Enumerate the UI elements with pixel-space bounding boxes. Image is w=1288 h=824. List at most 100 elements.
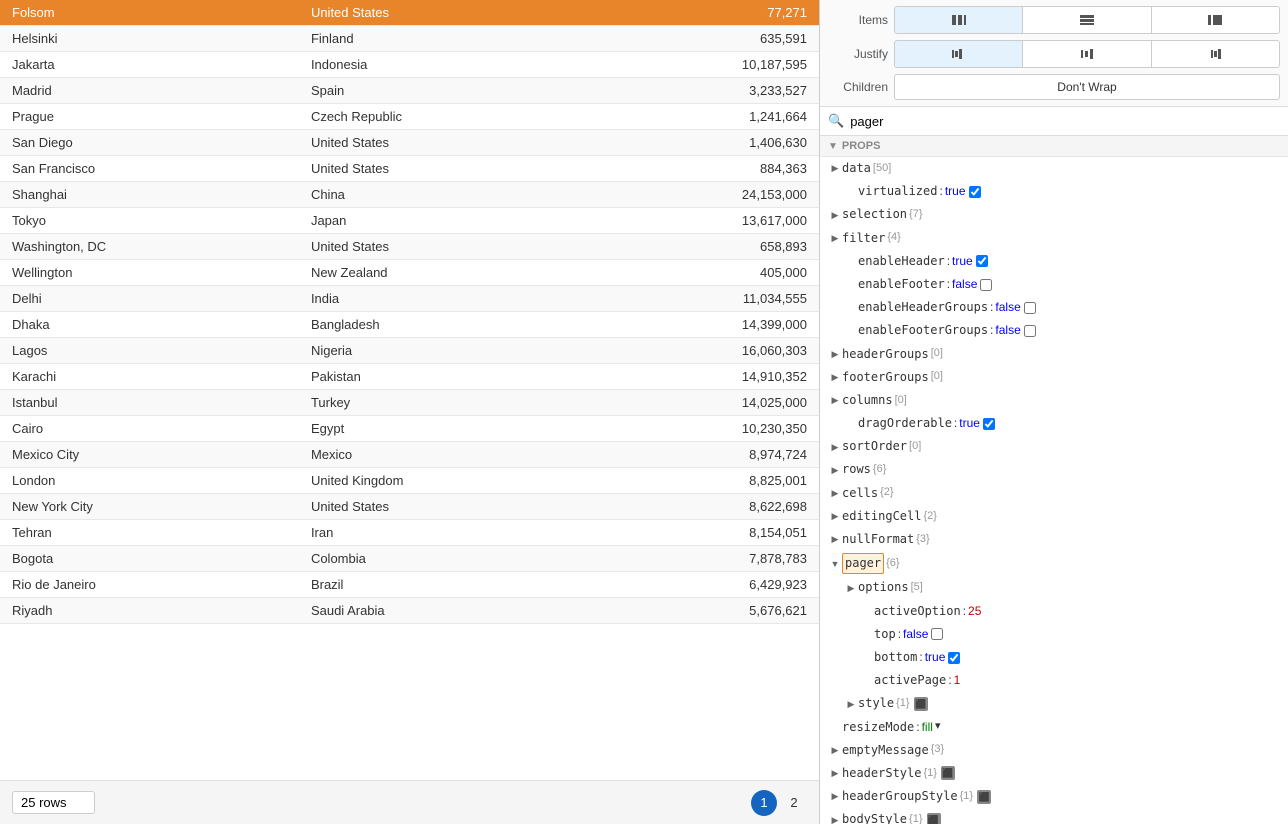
table-row[interactable]: MadridSpain3,233,527 (0, 78, 819, 104)
table-row[interactable]: DhakaBangladesh14,399,000 (0, 312, 819, 338)
tree-arrow-open[interactable] (828, 557, 842, 571)
tree-prop-row: nullFormat {3} (820, 528, 1288, 551)
table-row[interactable]: Mexico CityMexico8,974,724 (0, 442, 819, 468)
country-cell: United States (299, 494, 594, 520)
tree-prop-row: enableFooterGroups : false (820, 319, 1288, 342)
table-container[interactable]: FolsomUnited States77,271HelsinkiFinland… (0, 0, 819, 780)
tree-arrow-closed[interactable] (828, 532, 842, 546)
items-btn-1[interactable] (895, 7, 1023, 33)
tree-arrow-closed[interactable] (828, 743, 842, 757)
city-cell: Shanghai (0, 182, 299, 208)
city-cell: Prague (0, 104, 299, 130)
prop-checkbox[interactable] (1024, 302, 1036, 314)
tree-arrow-closed[interactable] (828, 813, 842, 824)
table-row[interactable]: Washington, DCUnited States658,893 (0, 234, 819, 260)
justify-btn-3[interactable] (1152, 41, 1279, 67)
items-btn-2[interactable] (1023, 7, 1151, 33)
table-row[interactable]: San FranciscoUnited States884,363 (0, 156, 819, 182)
city-cell: Lagos (0, 338, 299, 364)
tree-arrow-closed[interactable] (828, 208, 842, 222)
prop-checkbox[interactable] (969, 186, 981, 198)
props-tree[interactable]: ▼ PROPS data [50]virtualized : trueselec… (820, 136, 1288, 824)
prop-count: {1} (960, 788, 973, 806)
population-cell: 7,878,783 (594, 546, 819, 572)
table-row[interactable]: PragueCzech Republic1,241,664 (0, 104, 819, 130)
tree-arrow-closed[interactable] (828, 440, 842, 454)
tree-arrow-closed[interactable] (828, 486, 842, 500)
country-cell: China (299, 182, 594, 208)
table-row[interactable]: Rio de JaneiroBrazil6,429,923 (0, 572, 819, 598)
page-btn-2[interactable]: 2 (781, 790, 807, 816)
country-cell: Spain (299, 78, 594, 104)
prop-key: headerStyle (842, 764, 921, 783)
population-cell: 8,622,698 (594, 494, 819, 520)
tree-arrow-closed[interactable] (844, 697, 858, 711)
prop-key: sortOrder (842, 437, 907, 456)
table-row[interactable]: LondonUnited Kingdom8,825,001 (0, 468, 819, 494)
tree-arrow-closed[interactable] (828, 370, 842, 384)
rows-per-page-select[interactable]: 10 rows25 rows50 rows100 rows (12, 791, 95, 814)
city-cell: Cairo (0, 416, 299, 442)
city-cell: Dhaka (0, 312, 299, 338)
prop-checkbox[interactable] (983, 418, 995, 430)
prop-checkbox[interactable] (1024, 325, 1036, 337)
country-cell: Indonesia (299, 52, 594, 78)
table-row[interactable]: TokyoJapan13,617,000 (0, 208, 819, 234)
tree-prop-row: activeOption : 25 (820, 600, 1288, 623)
search-input[interactable] (850, 114, 1280, 129)
prop-value: true (945, 182, 966, 201)
table-row[interactable]: ShanghaiChina24,153,000 (0, 182, 819, 208)
tree-arrow-closed[interactable] (828, 393, 842, 407)
inspector-top: Items Justify (820, 0, 1288, 107)
table-row[interactable]: FolsomUnited States77,271 (0, 0, 819, 26)
table-row[interactable]: KarachiPakistan14,910,352 (0, 364, 819, 390)
prop-count: {1} (909, 811, 922, 824)
population-cell: 11,034,555 (594, 286, 819, 312)
city-cell: Riyadh (0, 598, 299, 624)
page-buttons: 12 (751, 790, 807, 816)
items-btn-3[interactable] (1152, 7, 1279, 33)
table-row[interactable]: DelhiIndia11,034,555 (0, 286, 819, 312)
table-row[interactable]: CairoEgypt10,230,350 (0, 416, 819, 442)
page-btn-1[interactable]: 1 (751, 790, 777, 816)
resize-dropdown-arrow[interactable]: ▾ (935, 718, 941, 736)
prop-checkbox[interactable] (980, 279, 992, 291)
population-cell: 77,271 (594, 0, 819, 26)
prop-key: emptyMessage (842, 741, 929, 760)
country-cell: Colombia (299, 546, 594, 572)
prop-checkbox[interactable] (931, 628, 943, 640)
table-row[interactable]: San DiegoUnited States1,406,630 (0, 130, 819, 156)
children-row: Children Don't Wrap (828, 74, 1280, 100)
prop-checkbox[interactable] (976, 255, 988, 267)
props-collapse-arrow[interactable]: ▼ (828, 141, 838, 152)
prop-value: false (952, 275, 977, 294)
table-row[interactable]: WellingtonNew Zealand405,000 (0, 260, 819, 286)
tree-arrow-closed[interactable] (844, 581, 858, 595)
prop-count: [0] (895, 392, 907, 410)
prop-key: dragOrderable (858, 414, 952, 433)
country-cell: Mexico (299, 442, 594, 468)
table-row[interactable]: IstanbulTurkey14,025,000 (0, 390, 819, 416)
table-row[interactable]: JakartaIndonesia10,187,595 (0, 52, 819, 78)
table-row[interactable]: BogotaColombia7,878,783 (0, 546, 819, 572)
table-row[interactable]: TehranIran8,154,051 (0, 520, 819, 546)
tree-arrow-closed[interactable] (828, 789, 842, 803)
prop-checkbox[interactable] (948, 652, 960, 664)
justify-btn-2[interactable] (1023, 41, 1151, 67)
table-row[interactable]: HelsinkiFinland635,591 (0, 26, 819, 52)
table-row[interactable]: New York CityUnited States8,622,698 (0, 494, 819, 520)
tree-prop-row: editingCell {2} (820, 505, 1288, 528)
tree-arrow-closed[interactable] (828, 347, 842, 361)
table-row[interactable]: LagosNigeria16,060,303 (0, 338, 819, 364)
tree-arrow-closed[interactable] (828, 463, 842, 477)
table-row[interactable]: RiyadhSaudi Arabia5,676,621 (0, 598, 819, 624)
city-cell: New York City (0, 494, 299, 520)
tree-arrow-closed[interactable] (828, 509, 842, 523)
tree-arrow-closed[interactable] (828, 766, 842, 780)
justify-btn-1[interactable] (895, 41, 1023, 67)
tree-arrow-closed[interactable] (828, 161, 842, 175)
prop-key: enableFooterGroups (858, 321, 988, 340)
tree-arrow-closed[interactable] (828, 231, 842, 245)
dont-wrap-btn[interactable]: Don't Wrap (894, 74, 1280, 100)
country-cell: United States (299, 130, 594, 156)
